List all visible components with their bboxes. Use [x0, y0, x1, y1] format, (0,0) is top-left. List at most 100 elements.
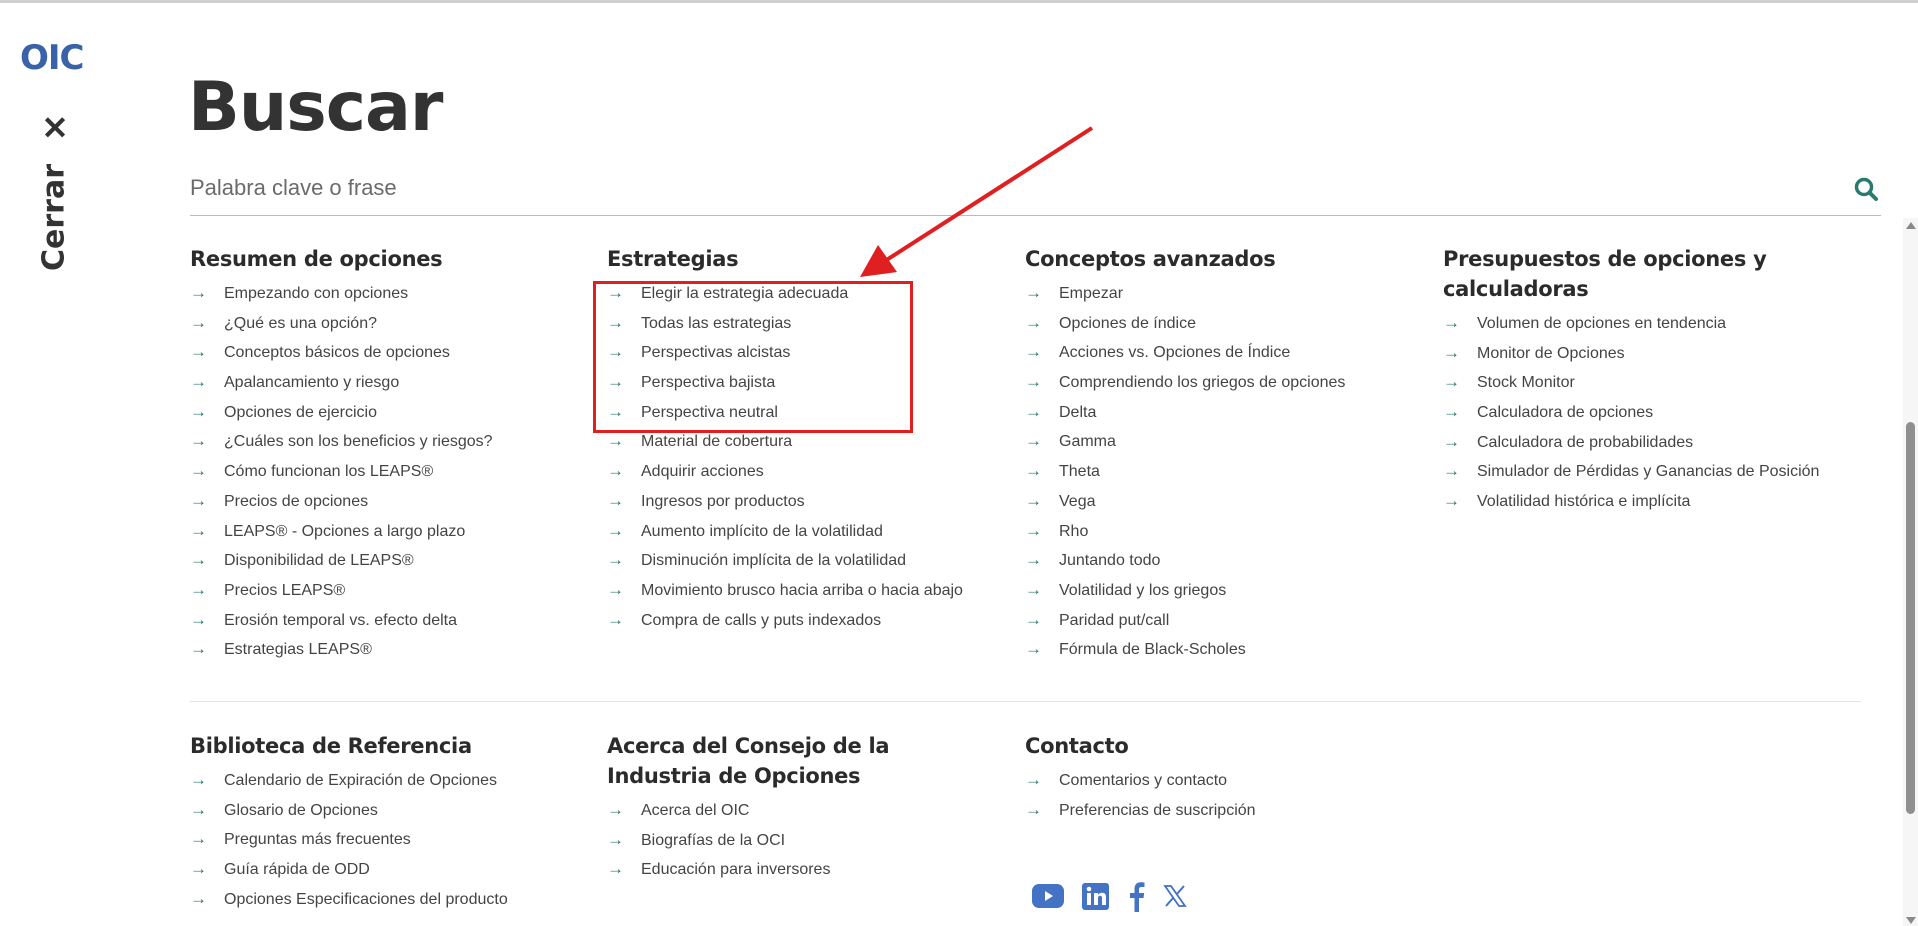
menu-link[interactable]: → Conceptos básicos de opciones [190, 337, 590, 367]
menu-link[interactable]: → Guía rápida de ODD [190, 854, 590, 884]
menu-link[interactable]: → Delta [1025, 397, 1425, 427]
menu-link-label: Opciones de ejercicio [224, 403, 377, 421]
menu-link-label: Calendario de Expiración de Opciones [224, 772, 498, 789]
search-input[interactable] [190, 168, 1790, 208]
menu-link[interactable]: → Todas las estrategias [607, 308, 1007, 338]
menu-link[interactable]: → Movimiento brusco hacia arriba o hacia … [607, 575, 1007, 605]
menu-link[interactable]: → Precios de opciones [190, 486, 590, 516]
menu-link[interactable]: → ¿Cuáles son los beneficios y riesgos? [190, 426, 590, 456]
menu-link[interactable]: → Elegir la estrategia adecuada [607, 278, 1007, 308]
section-links: → Volumen de opciones en tendencia → Monito… [1443, 308, 1863, 516]
arrow-right-icon: → [190, 283, 207, 302]
menu-link[interactable]: → Stock Monitor [1443, 367, 1863, 397]
close-label: Cerrar [36, 164, 72, 271]
menu-link-label: Adquirir acciones [641, 463, 764, 481]
menu-link[interactable]: → Estrategias LEAPS® [190, 634, 590, 664]
facebook-icon[interactable] [1127, 880, 1145, 917]
arrow-right-icon: → [607, 283, 624, 302]
menu-link[interactable]: → Apalancamiento y riesgo [190, 367, 590, 397]
menu-link[interactable]: → LEAPS® - Opciones a largo plazo [190, 516, 590, 546]
menu-link-label: Delta [1059, 403, 1097, 421]
menu-link[interactable]: → Acerca del OIC [607, 795, 987, 825]
menu-link[interactable]: → Fórmula de Black-Scholes [1025, 634, 1425, 664]
arrow-right-icon: → [1025, 490, 1042, 510]
menu-link[interactable]: → Comprendiendo los griegos de opciones [1025, 367, 1425, 397]
scroll-up-arrow[interactable] [1906, 222, 1916, 229]
menu-link[interactable]: → Gamma [1025, 426, 1425, 456]
menu-link-label: Guía rápida de ODD [224, 861, 370, 879]
menu-link[interactable]: → Perspectiva neutral [607, 397, 1007, 427]
menu-link-label: ¿Qué es una opción? [224, 314, 377, 332]
arrow-right-icon: → [607, 829, 624, 849]
menu-link[interactable]: → Volatilidad histórica e implícita [1443, 486, 1863, 516]
menu-section: Conceptos avanzados → Empezar → Opciones de … [1025, 244, 1425, 664]
scroll-down-arrow[interactable] [1906, 917, 1916, 924]
menu-link[interactable]: → Disminución implícita de la volatilidad [607, 545, 1007, 575]
menu-link[interactable]: → Preguntas más frecuentes [190, 824, 590, 854]
menu-link[interactable]: → Monitor de Opciones [1443, 338, 1863, 368]
arrow-right-icon: → [1025, 520, 1042, 540]
menu-link[interactable]: → Perspectivas alcistas [607, 337, 1007, 367]
arrow-right-icon: → [1443, 461, 1460, 481]
menu-link[interactable]: → Empezar [1025, 278, 1425, 308]
menu-link-label: Monitor de Opciones [1477, 344, 1625, 362]
menu-link-label: Aumento implícito de la volatilidad [641, 522, 883, 540]
menu-link[interactable]: → Ingresos por productos [607, 486, 1007, 516]
arrow-right-icon: → [190, 431, 207, 451]
menu-link[interactable]: → Rho [1025, 516, 1425, 546]
menu-link[interactable]: → Compra de calls y puts indexados [607, 605, 1007, 635]
arrow-right-icon: → [1443, 402, 1460, 422]
menu-link-label: Calculadora de probabilidades [1477, 433, 1694, 451]
menu-link[interactable]: → Opciones de índice [1025, 308, 1425, 338]
menu-link[interactable]: → Acciones vs. Opciones de Índice [1025, 337, 1425, 367]
menu-link[interactable]: → Biografías de la OCI [607, 825, 987, 855]
menu-link[interactable]: → Adquirir acciones [607, 456, 1007, 486]
close-button[interactable]: ✕ Cerrar [37, 112, 72, 271]
menu-link[interactable]: → Erosión temporal vs. efecto delta [190, 605, 590, 635]
menu-link[interactable]: → Educación para inversores [607, 854, 987, 884]
menu-link[interactable]: → Aumento implícito de la volatilidad [607, 516, 1007, 546]
menu-link[interactable]: → Opciones de ejercicio [190, 397, 590, 427]
menu-link[interactable]: → Comentarios y contacto [1025, 765, 1425, 795]
menu-link[interactable]: → Precios LEAPS® [190, 575, 590, 605]
x-icon[interactable] [1163, 884, 1187, 913]
scrollbar-thumb[interactable] [1906, 422, 1915, 814]
menu-link[interactable]: → Empezando con opciones [190, 278, 590, 308]
menu-link[interactable]: → Paridad put/call [1025, 605, 1425, 635]
menu-link[interactable]: → Preferencias de suscripción [1025, 795, 1425, 825]
linkedin-icon[interactable] [1082, 882, 1109, 915]
oic-logo[interactable]: OIC [20, 38, 85, 78]
section-heading: Biblioteca de Referencia [190, 734, 472, 758]
arrow-right-icon: → [1025, 770, 1042, 789]
menu-link-label: Perspectivas alcistas [641, 344, 791, 362]
menu-link[interactable]: → Calendario de Expiración de Opciones [190, 765, 590, 795]
menu-link[interactable]: → Perspectiva bajista [607, 367, 1007, 397]
browser-top-border [0, 0, 1918, 3]
arrow-right-icon: → [607, 431, 624, 451]
menu-link[interactable]: → Volatilidad y los griegos [1025, 575, 1425, 605]
menu-link[interactable]: → Disponibilidad de LEAPS® [190, 545, 590, 575]
search-icon[interactable] [1853, 176, 1879, 202]
menu-link-label: Empezar [1059, 285, 1124, 302]
menu-link-label: Disminución implícita de la volatilidad [641, 552, 907, 570]
arrow-right-icon: → [190, 401, 207, 421]
menu-link[interactable]: → ¿Qué es una opción? [190, 308, 590, 338]
menu-link[interactable]: → Simulador de Pérdidas y Ganancias de Po… [1443, 456, 1863, 486]
menu-link[interactable]: → Volumen de opciones en tendencia [1443, 308, 1863, 338]
menu-link-label: Paridad put/call [1059, 611, 1170, 629]
menu-link-label: Erosión temporal vs. efecto delta [224, 611, 458, 629]
menu-link[interactable]: → Vega [1025, 486, 1425, 516]
scrollbar[interactable] [1903, 218, 1918, 926]
arrow-right-icon: → [607, 800, 624, 819]
youtube-icon[interactable] [1032, 884, 1064, 913]
menu-link[interactable]: → Material de cobertura [607, 426, 1007, 456]
menu-link[interactable]: → Juntando todo [1025, 545, 1425, 575]
menu-link[interactable]: → Glosario de Opciones [190, 795, 590, 825]
menu-section: Biblioteca de Referencia → Calendario de E… [190, 731, 590, 913]
menu-link[interactable]: → Calculadora de opciones [1443, 397, 1863, 427]
arrow-right-icon: → [1025, 609, 1042, 629]
menu-link[interactable]: → Cómo funcionan los LEAPS® [190, 456, 590, 486]
menu-link[interactable]: → Theta [1025, 456, 1425, 486]
menu-link[interactable]: → Calculadora de probabilidades [1443, 427, 1863, 457]
menu-link[interactable]: → Opciones Especificaciones del producto [190, 884, 590, 914]
